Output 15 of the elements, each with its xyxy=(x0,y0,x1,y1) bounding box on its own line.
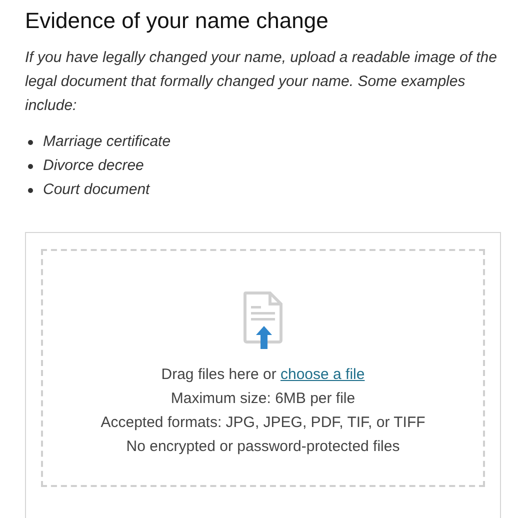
upload-requirement: Accepted formats: JPG, JPEG, PDF, TIF, or TIFF xyxy=(100,413,426,433)
upload-requirement: No encrypted or password-protected files xyxy=(126,437,400,457)
example-item: Divorce decree xyxy=(43,156,144,176)
drop-instructions: Drag files here or choose a file xyxy=(161,365,365,385)
section-heading: Evidence of your name change xyxy=(25,8,330,34)
choose-file-link[interactable]: choose a file xyxy=(280,366,365,383)
file-upload-icon xyxy=(243,291,283,349)
intro-paragraph: If you have legally changed your name, upload a readable image of the legal document that formally changed your name. Some examples include: xyxy=(25,48,498,116)
bullet-icon xyxy=(28,140,33,144)
drop-zone[interactable]: Drag files here or choose a file Maximum size: 6MB per file Accepted formats: JPG, JPEG, PDF, TIF, or TIFF No encrypted or password-protected files xyxy=(41,249,485,487)
example-item: Marriage certificate xyxy=(43,132,171,152)
upload-requirement: Maximum size: 6MB per file xyxy=(170,389,356,409)
bullet-icon xyxy=(28,188,33,192)
example-item: Court document xyxy=(43,180,150,200)
bullet-icon xyxy=(28,164,33,168)
